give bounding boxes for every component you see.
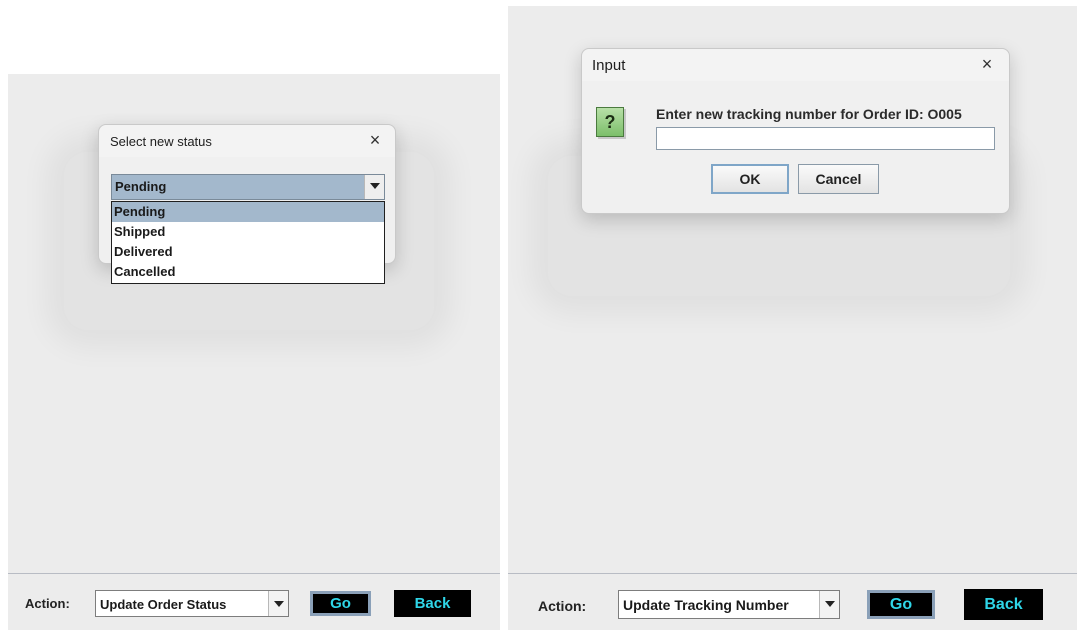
chevron-down-icon[interactable] <box>268 591 288 616</box>
back-button[interactable]: Back <box>394 590 471 617</box>
action-label: Action: <box>538 598 587 614</box>
dialog-title: Select new status <box>110 134 212 149</box>
dialog-titlebar: Select new status × <box>99 125 395 157</box>
status-option-cancelled[interactable]: Cancelled <box>112 262 384 282</box>
bottom-divider <box>8 573 500 574</box>
status-option-shipped[interactable]: Shipped <box>112 222 384 242</box>
right-window: Input × ? Enter new tracking number for … <box>508 6 1077 630</box>
go-button[interactable]: Go <box>867 590 935 619</box>
go-button[interactable]: Go <box>310 591 371 616</box>
bottom-divider <box>508 573 1077 574</box>
cancel-button[interactable]: Cancel <box>798 164 879 194</box>
chevron-down-icon[interactable] <box>364 175 384 199</box>
status-options-list: Pending Shipped Delivered Cancelled <box>111 201 385 284</box>
close-icon[interactable]: × <box>364 129 386 151</box>
status-combo[interactable]: Pending <box>111 174 385 200</box>
left-window: Select new status × Pending Pending Ship… <box>8 74 500 630</box>
question-icon: ? <box>596 107 624 137</box>
action-label: Action: <box>25 596 70 611</box>
action-combo[interactable]: Update Order Status <box>95 590 289 617</box>
dialog-titlebar: Input × <box>582 49 1009 81</box>
dialog-title: Input <box>592 57 626 74</box>
action-combo-value: Update Tracking Number <box>623 597 789 613</box>
status-option-delivered[interactable]: Delivered <box>112 242 384 262</box>
action-combo-value: Update Order Status <box>100 597 227 612</box>
chevron-down-icon[interactable] <box>819 591 839 618</box>
ok-button[interactable]: OK <box>711 164 789 194</box>
status-combo-value: Pending <box>115 179 167 194</box>
input-dialog: Input × ? Enter new tracking number for … <box>581 48 1010 214</box>
close-icon[interactable]: × <box>976 53 998 75</box>
back-button[interactable]: Back <box>964 589 1043 620</box>
dialog-prompt: Enter new tracking number for Order ID: … <box>656 106 962 122</box>
action-combo[interactable]: Update Tracking Number <box>618 590 840 619</box>
status-option-pending[interactable]: Pending <box>112 202 384 222</box>
tracking-number-input[interactable] <box>656 127 995 150</box>
